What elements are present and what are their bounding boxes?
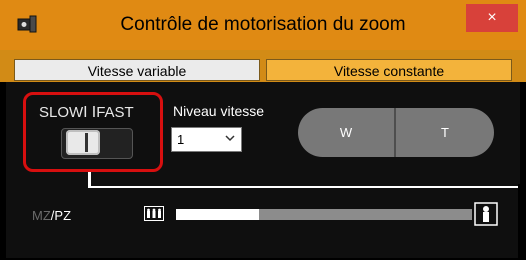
zoom-position-fill	[176, 209, 259, 220]
zoom-control-window: Contrôle de motorisation du zoom × Vites…	[0, 0, 526, 260]
tab-vitesse-variable[interactable]: Vitesse variable	[14, 59, 260, 81]
toggle-knob-grip	[85, 133, 88, 152]
pz-label: PZ	[54, 208, 72, 223]
zoom-tele-button[interactable]: T	[396, 108, 494, 157]
niveau-vitesse-value: 1	[177, 132, 185, 147]
tab-vitesse-constante[interactable]: Vitesse constante	[266, 59, 512, 81]
tele-zoom-icon	[474, 202, 498, 226]
mz-label: MZ	[32, 208, 51, 223]
zoom-mode-indicator: MZ/PZ	[32, 208, 71, 223]
zoom-wide-button[interactable]: W	[298, 108, 394, 157]
panel-edge	[518, 184, 526, 260]
speed-toggle-knob[interactable]	[66, 130, 100, 155]
niveau-vitesse-label: Niveau vitesse	[173, 103, 265, 119]
chevron-down-icon	[225, 135, 235, 142]
wide-zoom-icon	[144, 206, 164, 221]
speed-switch-label: SLOWⅠ ⅠFAST	[39, 104, 134, 121]
close-button[interactable]: ×	[466, 4, 518, 32]
callout-line-horizontal	[88, 186, 526, 188]
window-title: Contrôle de motorisation du zoom	[120, 14, 406, 35]
